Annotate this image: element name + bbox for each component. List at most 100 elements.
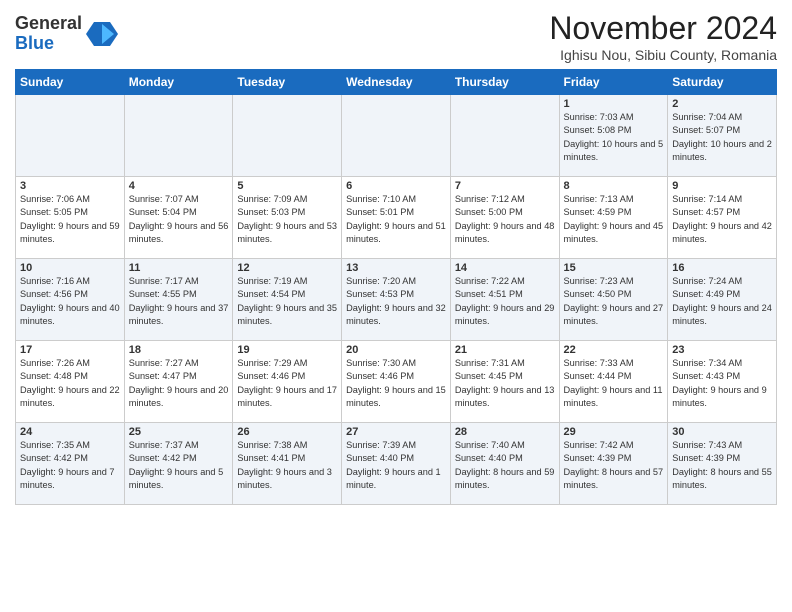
day-number: 16 [672,262,772,274]
day-number: 25 [129,426,229,438]
day-info: Sunrise: 7:26 AM Sunset: 4:48 PM Dayligh… [20,357,120,410]
day-info: Sunrise: 7:12 AM Sunset: 5:00 PM Dayligh… [455,193,555,246]
calendar-cell: 29Sunrise: 7:42 AM Sunset: 4:39 PM Dayli… [559,423,668,505]
day-info: Sunrise: 7:40 AM Sunset: 4:40 PM Dayligh… [455,439,555,492]
day-info: Sunrise: 7:04 AM Sunset: 5:07 PM Dayligh… [672,111,772,164]
calendar-cell [16,95,125,177]
day-info: Sunrise: 7:13 AM Sunset: 4:59 PM Dayligh… [564,193,664,246]
day-number: 9 [672,180,772,192]
calendar-cell: 27Sunrise: 7:39 AM Sunset: 4:40 PM Dayli… [342,423,451,505]
day-info: Sunrise: 7:10 AM Sunset: 5:01 PM Dayligh… [346,193,446,246]
col-monday: Monday [124,70,233,95]
calendar-cell: 8Sunrise: 7:13 AM Sunset: 4:59 PM Daylig… [559,177,668,259]
day-info: Sunrise: 7:33 AM Sunset: 4:44 PM Dayligh… [564,357,664,410]
col-sunday: Sunday [16,70,125,95]
calendar-cell: 17Sunrise: 7:26 AM Sunset: 4:48 PM Dayli… [16,341,125,423]
col-tuesday: Tuesday [233,70,342,95]
day-number: 6 [346,180,446,192]
calendar-cell: 19Sunrise: 7:29 AM Sunset: 4:46 PM Dayli… [233,341,342,423]
day-number: 17 [20,344,120,356]
month-title: November 2024 [549,10,777,47]
day-number: 30 [672,426,772,438]
calendar-week-4: 24Sunrise: 7:35 AM Sunset: 4:42 PM Dayli… [16,423,777,505]
day-number: 3 [20,180,120,192]
day-info: Sunrise: 7:34 AM Sunset: 4:43 PM Dayligh… [672,357,772,410]
day-info: Sunrise: 7:30 AM Sunset: 4:46 PM Dayligh… [346,357,446,410]
day-info: Sunrise: 7:17 AM Sunset: 4:55 PM Dayligh… [129,275,229,328]
day-number: 5 [237,180,337,192]
calendar-cell: 10Sunrise: 7:16 AM Sunset: 4:56 PM Dayli… [16,259,125,341]
day-number: 7 [455,180,555,192]
day-number: 18 [129,344,229,356]
day-number: 4 [129,180,229,192]
calendar-cell: 4Sunrise: 7:07 AM Sunset: 5:04 PM Daylig… [124,177,233,259]
calendar-cell [124,95,233,177]
day-number: 19 [237,344,337,356]
day-number: 1 [564,98,664,110]
calendar-cell: 14Sunrise: 7:22 AM Sunset: 4:51 PM Dayli… [450,259,559,341]
day-info: Sunrise: 7:07 AM Sunset: 5:04 PM Dayligh… [129,193,229,246]
day-number: 28 [455,426,555,438]
day-number: 8 [564,180,664,192]
calendar-cell: 26Sunrise: 7:38 AM Sunset: 4:41 PM Dayli… [233,423,342,505]
calendar-cell: 16Sunrise: 7:24 AM Sunset: 4:49 PM Dayli… [668,259,777,341]
calendar-week-3: 17Sunrise: 7:26 AM Sunset: 4:48 PM Dayli… [16,341,777,423]
col-thursday: Thursday [450,70,559,95]
day-info: Sunrise: 7:09 AM Sunset: 5:03 PM Dayligh… [237,193,337,246]
header-row: Sunday Monday Tuesday Wednesday Thursday… [16,70,777,95]
calendar-table: Sunday Monday Tuesday Wednesday Thursday… [15,69,777,505]
page-container: General Blue November 2024 Ighisu Nou, S… [0,0,792,515]
day-number: 10 [20,262,120,274]
calendar-cell: 3Sunrise: 7:06 AM Sunset: 5:05 PM Daylig… [16,177,125,259]
day-info: Sunrise: 7:20 AM Sunset: 4:53 PM Dayligh… [346,275,446,328]
day-info: Sunrise: 7:27 AM Sunset: 4:47 PM Dayligh… [129,357,229,410]
calendar-cell: 30Sunrise: 7:43 AM Sunset: 4:39 PM Dayli… [668,423,777,505]
header: General Blue November 2024 Ighisu Nou, S… [15,10,777,63]
logo-blue-text: Blue [15,34,82,54]
location: Ighisu Nou, Sibiu County, Romania [549,47,777,63]
day-number: 15 [564,262,664,274]
day-info: Sunrise: 7:31 AM Sunset: 4:45 PM Dayligh… [455,357,555,410]
day-info: Sunrise: 7:35 AM Sunset: 4:42 PM Dayligh… [20,439,120,492]
day-info: Sunrise: 7:16 AM Sunset: 4:56 PM Dayligh… [20,275,120,328]
day-number: 2 [672,98,772,110]
title-area: November 2024 Ighisu Nou, Sibiu County, … [549,10,777,63]
day-number: 22 [564,344,664,356]
col-friday: Friday [559,70,668,95]
day-info: Sunrise: 7:38 AM Sunset: 4:41 PM Dayligh… [237,439,337,492]
day-info: Sunrise: 7:43 AM Sunset: 4:39 PM Dayligh… [672,439,772,492]
day-info: Sunrise: 7:37 AM Sunset: 4:42 PM Dayligh… [129,439,229,492]
col-saturday: Saturday [668,70,777,95]
calendar-cell: 12Sunrise: 7:19 AM Sunset: 4:54 PM Dayli… [233,259,342,341]
calendar-cell: 28Sunrise: 7:40 AM Sunset: 4:40 PM Dayli… [450,423,559,505]
day-number: 13 [346,262,446,274]
calendar-week-0: 1Sunrise: 7:03 AM Sunset: 5:08 PM Daylig… [16,95,777,177]
calendar-cell: 2Sunrise: 7:04 AM Sunset: 5:07 PM Daylig… [668,95,777,177]
calendar-cell: 23Sunrise: 7:34 AM Sunset: 4:43 PM Dayli… [668,341,777,423]
day-info: Sunrise: 7:42 AM Sunset: 4:39 PM Dayligh… [564,439,664,492]
calendar-cell: 22Sunrise: 7:33 AM Sunset: 4:44 PM Dayli… [559,341,668,423]
calendar-cell: 21Sunrise: 7:31 AM Sunset: 4:45 PM Dayli… [450,341,559,423]
calendar-cell: 25Sunrise: 7:37 AM Sunset: 4:42 PM Dayli… [124,423,233,505]
calendar-cell [233,95,342,177]
logo-icon [86,18,118,50]
calendar-cell: 13Sunrise: 7:20 AM Sunset: 4:53 PM Dayli… [342,259,451,341]
day-number: 20 [346,344,446,356]
calendar-week-1: 3Sunrise: 7:06 AM Sunset: 5:05 PM Daylig… [16,177,777,259]
day-number: 14 [455,262,555,274]
calendar-cell: 5Sunrise: 7:09 AM Sunset: 5:03 PM Daylig… [233,177,342,259]
day-number: 29 [564,426,664,438]
day-number: 24 [20,426,120,438]
day-number: 26 [237,426,337,438]
day-info: Sunrise: 7:22 AM Sunset: 4:51 PM Dayligh… [455,275,555,328]
calendar-cell: 1Sunrise: 7:03 AM Sunset: 5:08 PM Daylig… [559,95,668,177]
calendar-cell [342,95,451,177]
day-number: 11 [129,262,229,274]
day-number: 23 [672,344,772,356]
day-info: Sunrise: 7:19 AM Sunset: 4:54 PM Dayligh… [237,275,337,328]
calendar-cell: 18Sunrise: 7:27 AM Sunset: 4:47 PM Dayli… [124,341,233,423]
day-info: Sunrise: 7:14 AM Sunset: 4:57 PM Dayligh… [672,193,772,246]
day-info: Sunrise: 7:23 AM Sunset: 4:50 PM Dayligh… [564,275,664,328]
calendar-cell: 11Sunrise: 7:17 AM Sunset: 4:55 PM Dayli… [124,259,233,341]
logo: General Blue [15,14,118,54]
